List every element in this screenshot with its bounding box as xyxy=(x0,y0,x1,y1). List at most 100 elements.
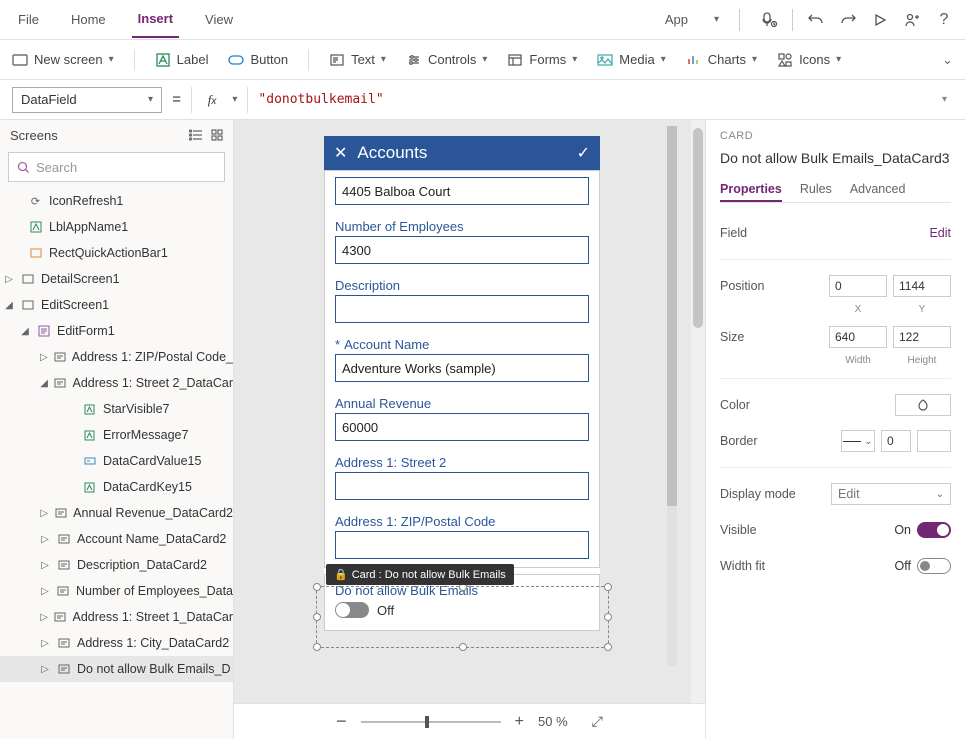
menu-file[interactable]: File xyxy=(12,2,45,37)
icons-dropdown[interactable]: Icons▾ xyxy=(777,52,841,68)
new-screen-button[interactable]: New screen▾ xyxy=(12,52,114,68)
arrow-right-icon[interactable]: ▷ xyxy=(40,664,50,675)
border-style-dropdown[interactable]: ⌄ xyxy=(841,430,875,452)
tree-item[interactable]: ▷Address 1: Street 1_DataCar xyxy=(0,604,233,630)
label-icon xyxy=(82,480,97,495)
arrow-right-icon[interactable]: ▷ xyxy=(40,508,48,519)
app-dropdown[interactable]: App xyxy=(659,2,694,37)
x-input[interactable]: 0 xyxy=(829,275,887,297)
arrow-down-icon[interactable]: ◢ xyxy=(20,326,30,337)
redo-icon[interactable] xyxy=(839,11,857,29)
tab-properties[interactable]: Properties xyxy=(720,178,782,202)
arrow-right-icon[interactable]: ▷ xyxy=(40,612,48,623)
zoom-out-button[interactable]: − xyxy=(336,711,347,732)
ribbon-expand-icon[interactable]: ⌄ xyxy=(942,52,953,68)
color-well[interactable] xyxy=(895,394,951,416)
arrow-right-icon[interactable]: ▷ xyxy=(4,274,14,285)
arrow-down-icon[interactable]: ◢ xyxy=(4,300,14,311)
screen-icon xyxy=(20,298,35,313)
tree-item[interactable]: DataCardKey15 xyxy=(0,474,233,500)
tree-item[interactable]: ▷Number of Employees_Data xyxy=(0,578,233,604)
height-input[interactable]: 122 xyxy=(893,326,951,348)
divider xyxy=(792,9,793,31)
tree-item[interactable]: LblAppName1 xyxy=(0,214,233,240)
chevron-down-icon[interactable]: ▾ xyxy=(232,94,237,105)
tree-item[interactable]: ErrorMessage7 xyxy=(0,422,233,448)
border-color-well[interactable] xyxy=(917,430,951,452)
form-input[interactable] xyxy=(335,295,589,323)
menu-insert[interactable]: Insert xyxy=(132,1,179,38)
media-dropdown[interactable]: Media▾ xyxy=(597,52,665,68)
border-width-input[interactable]: 0 xyxy=(881,430,911,452)
forms-icon xyxy=(507,52,523,68)
tree-item[interactable]: ⟳IconRefresh1 xyxy=(0,188,233,214)
form-input[interactable]: 4300 xyxy=(335,236,589,264)
zoom-value: 50 % xyxy=(538,714,568,729)
list-view-icon[interactable] xyxy=(189,129,203,141)
tree-item[interactable]: DataCardValue15 xyxy=(0,448,233,474)
tab-advanced[interactable]: Advanced xyxy=(850,178,906,202)
zoom-slider[interactable] xyxy=(361,721,501,723)
arrow-right-icon[interactable]: ▷ xyxy=(40,560,50,571)
tree-item[interactable]: ▷Description_DataCard2 xyxy=(0,552,233,578)
checker-icon[interactable] xyxy=(760,11,778,29)
phone-preview[interactable]: ✕ Accounts ✓ 4405 Balboa Court Number of… xyxy=(324,136,600,631)
button-button[interactable]: Button xyxy=(228,52,288,68)
canvas-scrollbar[interactable] xyxy=(691,120,705,703)
controls-dropdown[interactable]: Controls▾ xyxy=(406,52,487,68)
label-icon xyxy=(28,220,43,235)
form-input[interactable] xyxy=(335,472,589,500)
prop-visible-label: Visible xyxy=(720,523,757,537)
widthfit-toggle[interactable] xyxy=(917,558,951,574)
menu-home[interactable]: Home xyxy=(65,2,112,37)
undo-icon[interactable] xyxy=(807,11,825,29)
form-input[interactable]: 4405 Balboa Court xyxy=(335,177,589,205)
menu-view[interactable]: View xyxy=(199,2,239,37)
share-icon[interactable] xyxy=(903,11,921,29)
tree-item[interactable]: StarVisible7 xyxy=(0,396,233,422)
tab-rules[interactable]: Rules xyxy=(800,178,832,202)
form-scrollbar[interactable] xyxy=(667,126,677,666)
arrow-down-icon[interactable]: ◢ xyxy=(40,378,48,389)
form-input[interactable]: 60000 xyxy=(335,413,589,441)
tree-item[interactable]: ◢Address 1: Street 2_DataCar xyxy=(0,370,233,396)
tree-item[interactable]: RectQuickActionBar1 xyxy=(0,240,233,266)
label-button[interactable]: Label xyxy=(155,52,209,68)
text-dropdown[interactable]: Text▾ xyxy=(329,52,386,68)
chevron-down-icon[interactable]: ▾ xyxy=(942,94,947,105)
charts-dropdown[interactable]: Charts▾ xyxy=(686,52,757,68)
object-name: Do not allow Bulk Emails_DataCard3 xyxy=(720,150,951,166)
tree-item[interactable]: ▷Annual Revenue_DataCard2 xyxy=(0,500,233,526)
fx-icon: fx xyxy=(202,92,223,108)
close-icon[interactable]: ✕ xyxy=(334,143,347,163)
edit-field-link[interactable]: Edit xyxy=(929,226,951,240)
width-input[interactable]: 640 xyxy=(829,326,887,348)
form-input[interactable] xyxy=(335,531,589,559)
arrow-right-icon[interactable]: ▷ xyxy=(40,534,50,545)
formula-input[interactable]: "donotbulkemail" ▾ xyxy=(247,87,953,113)
tree-item[interactable]: ▷Address 1: City_DataCard2 xyxy=(0,630,233,656)
form-input[interactable]: Adventure Works (sample) xyxy=(335,354,589,382)
fit-icon[interactable]: ⤢ xyxy=(592,713,603,730)
tree-item[interactable]: ▷Address 1: ZIP/Postal Code_ xyxy=(0,344,233,370)
property-dropdown[interactable]: DataField ▾ xyxy=(12,87,162,113)
arrow-right-icon[interactable]: ▷ xyxy=(40,638,50,649)
forms-dropdown[interactable]: Forms▾ xyxy=(507,52,577,68)
y-input[interactable]: 1144 xyxy=(893,275,951,297)
tree-item[interactable]: ◢EditScreen1 xyxy=(0,292,233,318)
arrow-right-icon[interactable]: ▷ xyxy=(40,352,48,363)
tree-item[interactable]: ▷DetailScreen1 xyxy=(0,266,233,292)
play-icon[interactable] xyxy=(871,11,889,29)
grid-view-icon[interactable] xyxy=(211,129,223,141)
tree-item[interactable]: ▷Account Name_DataCard2 xyxy=(0,526,233,552)
search-input[interactable]: Search xyxy=(8,152,225,182)
tree-item[interactable]: ◢EditForm1 xyxy=(0,318,233,344)
tree-item-selected[interactable]: ▷Do not allow Bulk Emails_D xyxy=(0,656,233,682)
arrow-right-icon[interactable]: ▷ xyxy=(40,586,50,597)
help-icon[interactable]: ? xyxy=(935,11,953,29)
toggle[interactable] xyxy=(335,602,369,618)
visible-toggle[interactable] xyxy=(917,522,951,538)
display-mode-dropdown[interactable]: Edit⌄ xyxy=(831,483,951,505)
check-icon[interactable]: ✓ xyxy=(577,143,590,163)
zoom-in-button[interactable]: + xyxy=(515,713,524,731)
